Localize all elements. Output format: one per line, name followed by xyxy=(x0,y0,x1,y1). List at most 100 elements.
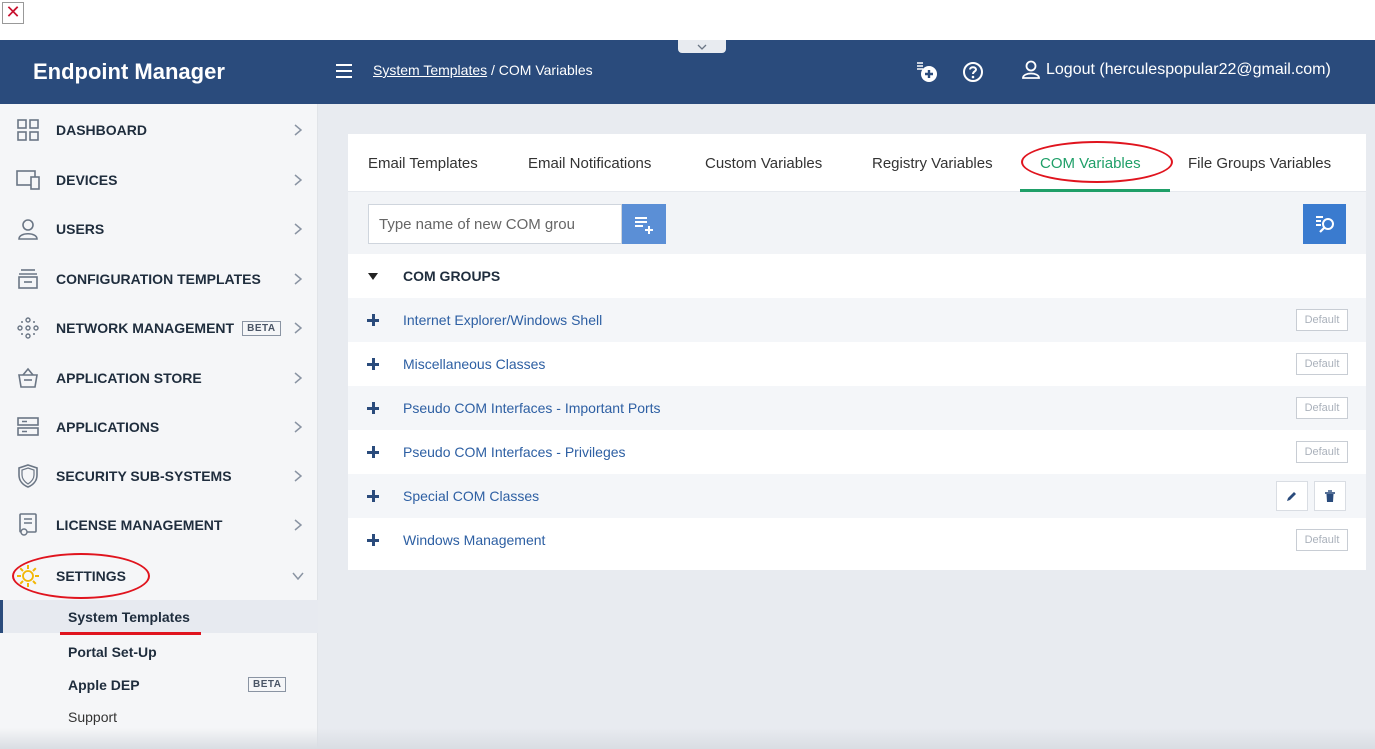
chevron-right-icon xyxy=(291,321,305,335)
group-name-link[interactable]: Internet Explorer/Windows Shell xyxy=(403,312,602,328)
sidebar-item-license-management[interactable]: LICENSE MANAGEMENT xyxy=(0,501,318,549)
table-row: Windows Management Default xyxy=(348,518,1366,562)
sidebar-item-label: SECURITY SUB-SYSTEMS xyxy=(56,468,232,484)
sidebar-item-security-sub-systems[interactable]: SECURITY SUB-SYSTEMS xyxy=(0,452,318,500)
top-bar: System Templates / COM Variables Logout … xyxy=(318,40,1375,104)
sidebar-item-users[interactable]: USERS xyxy=(0,205,318,253)
default-badge: Default xyxy=(1296,353,1348,375)
tab-com-variables[interactable]: COM Variables xyxy=(1040,155,1141,172)
beta-badge: BETA xyxy=(248,677,287,692)
sidebar-item-label: CONFIGURATION TEMPLATES xyxy=(56,271,261,287)
sidebar-item-label: SETTINGS xyxy=(56,568,127,584)
pencil-icon xyxy=(1287,492,1296,501)
collapse-header-toggle[interactable] xyxy=(678,40,726,53)
sidebar-subitem-label: Portal Set-Up xyxy=(68,643,157,660)
main-content: Email Templates Email Notifications Cust… xyxy=(318,104,1375,749)
chevron-down-icon xyxy=(291,569,305,583)
sidebar-item-label: APPLICATION STORE xyxy=(56,370,202,386)
chevron-right-icon xyxy=(291,222,305,236)
expand-plus-icon[interactable] xyxy=(366,313,380,327)
sidebar-item-settings[interactable]: SETTINGS xyxy=(0,552,318,600)
table-row: Pseudo COM Interfaces - Privileges Defau… xyxy=(348,430,1366,474)
gear-icon xyxy=(16,564,40,588)
edit-button[interactable] xyxy=(1276,481,1308,511)
com-toolbar xyxy=(348,192,1366,254)
group-name-link[interactable]: Pseudo COM Interfaces - Important Ports xyxy=(403,400,661,416)
tab-email-notifications[interactable]: Email Notifications xyxy=(528,155,651,172)
table-row: Pseudo COM Interfaces - Important Ports … xyxy=(348,386,1366,430)
com-groups-header[interactable]: COM GROUPS xyxy=(348,254,1366,298)
default-badge: Default xyxy=(1296,309,1348,331)
sidebar-subitem-support[interactable]: Support xyxy=(0,700,318,733)
tab-custom-variables[interactable]: Custom Variables xyxy=(705,155,822,172)
expand-plus-icon[interactable] xyxy=(366,401,380,415)
sidebar-item-label: DASHBOARD xyxy=(56,122,147,138)
sidebar-item-application-store[interactable]: APPLICATION STORE xyxy=(0,354,318,402)
com-groups-title: COM GROUPS xyxy=(403,268,501,284)
sidebar-subitem-label: Support xyxy=(68,708,118,725)
sidebar-subitem-label: System Templates xyxy=(68,608,190,625)
default-badge: Default xyxy=(1296,441,1348,463)
search-list-icon xyxy=(1315,216,1334,233)
group-name-link[interactable]: Miscellaneous Classes xyxy=(403,356,545,372)
sidebar-item-label: NETWORK MANAGEMENT xyxy=(56,319,235,336)
delete-button[interactable] xyxy=(1314,481,1346,511)
filter-search-button[interactable] xyxy=(1303,204,1346,244)
com-variables-panel: Email Templates Email Notifications Cust… xyxy=(348,134,1366,570)
group-name-link[interactable]: Windows Management xyxy=(403,532,545,548)
templates-icon xyxy=(16,267,40,291)
logout-label: Logout (herculespopular22@gmail.com) xyxy=(1046,61,1331,78)
default-badge: Default xyxy=(1296,397,1348,419)
app-title: Endpoint Manager xyxy=(0,40,318,104)
sidebar-subitem-portal-set-up[interactable]: Portal Set-Up xyxy=(0,635,318,668)
expand-plus-icon[interactable] xyxy=(366,489,380,503)
store-icon xyxy=(16,366,40,390)
chevron-right-icon xyxy=(291,123,305,137)
default-badge: Default xyxy=(1296,529,1348,551)
table-row: Internet Explorer/Windows Shell Default xyxy=(348,298,1366,342)
sidebar-subitem-system-templates[interactable]: System Templates xyxy=(0,600,318,633)
sidebar-item-label: USERS xyxy=(56,221,105,237)
sidebar-item-applications[interactable]: APPLICATIONS xyxy=(0,403,318,451)
logout-button[interactable]: Logout (herculespopular22@gmail.com) xyxy=(1022,60,1331,80)
sidebar-item-network-management[interactable]: NETWORK MANAGEMENT BETA xyxy=(0,304,318,352)
table-row: Miscellaneous Classes Default xyxy=(348,342,1366,386)
chevron-right-icon xyxy=(291,420,305,434)
expand-plus-icon[interactable] xyxy=(366,357,380,371)
sidebar-item-dashboard[interactable]: DASHBOARD xyxy=(0,106,318,154)
sidebar-item-configuration-templates[interactable]: CONFIGURATION TEMPLATES xyxy=(0,255,318,303)
chevron-right-icon xyxy=(291,371,305,385)
template-tabs: Email Templates Email Notifications Cust… xyxy=(348,134,1366,192)
group-name-link[interactable]: Pseudo COM Interfaces - Privileges xyxy=(403,444,626,460)
sidebar-subitem-apple-dep[interactable]: Apple DEP BETA xyxy=(0,668,318,701)
beta-badge: BETA xyxy=(242,321,281,337)
chevron-right-icon xyxy=(291,272,305,286)
sidebar-item-label: APPLICATIONS xyxy=(56,419,160,435)
add-notification-icon[interactable] xyxy=(914,60,938,84)
applications-icon xyxy=(16,415,40,439)
user-icon xyxy=(1022,60,1040,79)
table-row: Special COM Classes xyxy=(348,474,1366,518)
expand-plus-icon[interactable] xyxy=(366,445,380,459)
expand-plus-icon[interactable] xyxy=(366,533,380,547)
help-icon[interactable] xyxy=(961,60,985,84)
chevron-right-icon xyxy=(291,173,305,187)
close-icon[interactable]: ✕ xyxy=(2,2,24,24)
add-group-button[interactable] xyxy=(622,204,666,244)
tab-file-groups-variables[interactable]: File Groups Variables xyxy=(1188,155,1331,172)
breadcrumb-separator: / xyxy=(487,62,499,78)
sidebar-item-devices[interactable]: DEVICES xyxy=(0,156,318,204)
tab-registry-variables[interactable]: Registry Variables xyxy=(872,155,993,172)
devices-icon xyxy=(16,168,40,192)
sidebar-subitem-label: Apple DEP xyxy=(68,676,140,693)
caret-down-icon xyxy=(368,272,378,280)
group-name-link[interactable]: Special COM Classes xyxy=(403,488,539,504)
add-list-icon xyxy=(635,217,653,234)
new-com-group-input[interactable] xyxy=(368,204,622,244)
breadcrumb-link-system-templates[interactable]: System Templates xyxy=(373,62,487,78)
hamburger-menu-icon[interactable] xyxy=(336,64,352,78)
sidebar-item-label: LICENSE MANAGEMENT xyxy=(56,517,223,533)
breadcrumb: System Templates / COM Variables xyxy=(373,62,593,78)
tab-email-templates[interactable]: Email Templates xyxy=(368,155,478,172)
network-icon xyxy=(16,316,40,340)
